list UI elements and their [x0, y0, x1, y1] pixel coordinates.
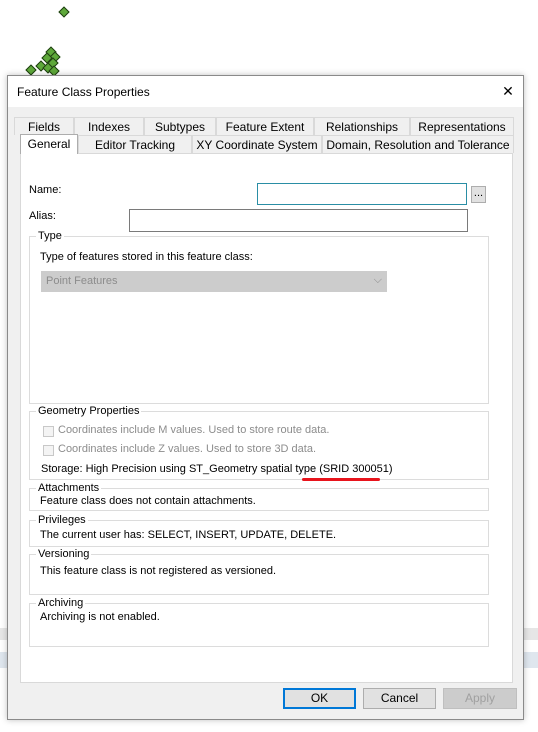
tab-indexes[interactable]: Indexes [74, 117, 144, 135]
geometry-group-title: Geometry Properties [36, 405, 142, 417]
general-panel: Name: ... Alias: Type Type of features s… [20, 153, 513, 683]
feature-type-value: Point Features [46, 275, 118, 287]
tab-representations[interactable]: Representations [410, 117, 514, 135]
attachments-text: Feature class does not contain attachmen… [40, 495, 256, 507]
attachments-title: Attachments [36, 482, 102, 494]
alias-input[interactable] [129, 209, 468, 232]
attachments-group: Attachments Feature class does not conta… [29, 482, 489, 511]
type-prompt: Type of features stored in this feature … [40, 251, 253, 263]
window-title: Feature Class Properties [17, 85, 150, 99]
name-input[interactable] [257, 183, 467, 205]
m-values-checkbox[interactable] [43, 426, 54, 437]
privileges-group: Privileges The current user has: SELECT,… [29, 514, 489, 547]
srid-text: (SRID 300051) [319, 463, 393, 475]
z-values-label: Coordinates include Z values. Used to st… [58, 443, 317, 455]
close-button[interactable]: ✕ [493, 76, 523, 107]
type-group: Type Type of features stored in this fea… [29, 230, 489, 404]
tab-domain-resolution-tolerance[interactable]: Domain, Resolution and Tolerance [322, 135, 514, 153]
tab-general[interactable]: General [20, 134, 78, 154]
geometry-properties-group: Geometry Properties Coordinates include … [29, 405, 489, 481]
tab-subtypes[interactable]: Subtypes [144, 117, 216, 135]
storage-description: Storage: High Precision using ST_Geometr… [41, 463, 320, 475]
m-values-label: Coordinates include M values. Used to st… [58, 424, 330, 436]
archiving-title: Archiving [36, 597, 86, 609]
versioning-text: This feature class is not registered as … [40, 565, 277, 577]
chevron-down-icon: ⌵ [373, 274, 382, 286]
tab-feature-extent[interactable]: Feature Extent [216, 117, 314, 135]
map-point [58, 6, 70, 18]
archiving-text: Archiving is not enabled. [40, 611, 160, 623]
storage-text: Storage: High Precision using ST_Geometr… [41, 463, 393, 475]
title-bar: Feature Class Properties ✕ [8, 76, 523, 107]
apply-button[interactable]: Apply [443, 688, 517, 709]
archiving-group: Archiving Archiving is not enabled. [29, 597, 489, 647]
tab-xy-coordinate-system[interactable]: XY Coordinate System [192, 135, 322, 153]
browse-button[interactable]: ... [471, 186, 486, 203]
feature-class-properties-dialog: Feature Class Properties ✕ Fields Indexe… [7, 75, 524, 720]
privileges-title: Privileges [36, 514, 88, 526]
versioning-title: Versioning [36, 548, 92, 560]
type-group-title: Type [36, 230, 64, 242]
srid-highlight-underline [302, 478, 380, 481]
cancel-button[interactable]: Cancel [363, 688, 436, 709]
tab-editor-tracking[interactable]: Editor Tracking [78, 135, 192, 153]
name-label: Name: [29, 184, 62, 196]
tab-fields[interactable]: Fields [14, 117, 74, 135]
z-values-checkbox[interactable] [43, 445, 54, 456]
feature-type-select[interactable]: Point Features ⌵ [41, 271, 387, 292]
ok-button[interactable]: OK [283, 688, 356, 709]
privileges-text: The current user has: SELECT, INSERT, UP… [40, 529, 337, 541]
alias-label: Alias: [29, 210, 56, 222]
versioning-group: Versioning This feature class is not reg… [29, 548, 489, 595]
tab-relationships[interactable]: Relationships [314, 117, 410, 135]
